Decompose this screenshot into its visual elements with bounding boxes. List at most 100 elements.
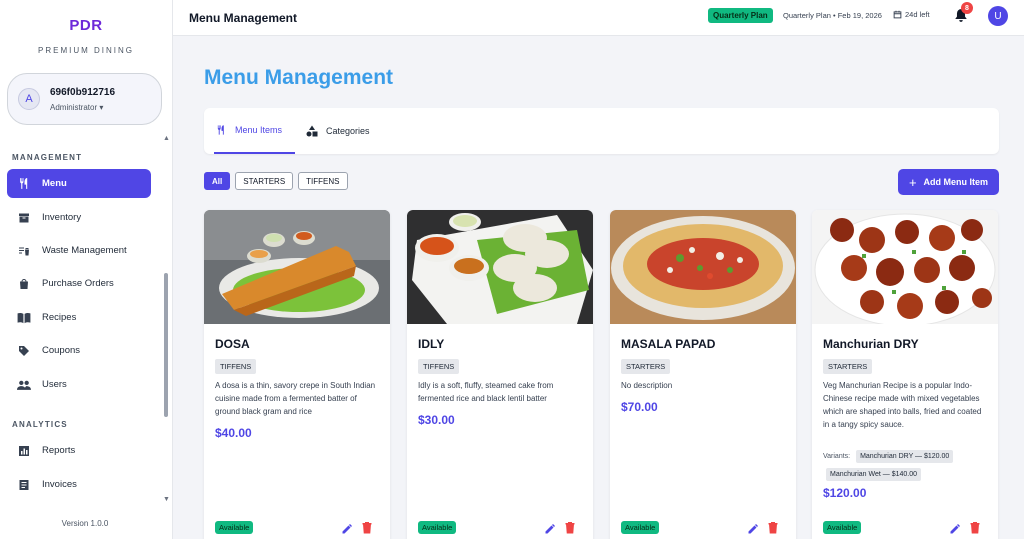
caret-down-icon: ▾ — [99, 102, 104, 112]
scroll-thumb[interactable] — [164, 273, 168, 417]
menu-item-card[interactable]: IDLY TIFFENS Idly is a soft, fluffy, ste… — [407, 210, 593, 539]
shapes-icon — [306, 125, 318, 137]
category-filters: All STARTERS TIFFENS — [204, 172, 353, 190]
plus-icon: + — [908, 174, 917, 190]
category-badge: TIFFENS — [418, 359, 460, 374]
menu-item-name: Manchurian DRY — [823, 337, 919, 351]
edit-icon[interactable] — [544, 522, 556, 534]
avatar: A — [18, 88, 40, 110]
variants-label: Variants: — [823, 453, 851, 460]
sidebar-item-waste-management[interactable]: Waste Management — [7, 236, 151, 265]
scroll-up-icon[interactable]: ▲ — [163, 135, 170, 142]
filter-all[interactable]: All — [204, 172, 231, 190]
edit-icon[interactable] — [949, 522, 961, 534]
sidebar-item-purchase-orders[interactable]: Purchase Orders — [7, 269, 151, 298]
section-label-management: MANAGEMENT — [12, 153, 83, 162]
user-id: 696f0b912716 — [50, 86, 116, 98]
brand-subtitle: PREMIUM DINING — [38, 46, 134, 55]
menu-item-card[interactable]: MASALA PAPAD STARTERS No description $70… — [610, 210, 796, 539]
delete-icon[interactable] — [969, 521, 981, 534]
utensils-icon — [216, 124, 227, 136]
variants-list: Variants: Manchurian DRY — $120.00 Manch… — [823, 448, 993, 484]
delete-icon[interactable] — [564, 521, 576, 534]
category-badge: STARTERS — [621, 359, 671, 374]
user-role[interactable]: Administrator ▾ — [50, 103, 115, 112]
brand-name: PDR — [69, 17, 103, 34]
masala-papad-image — [610, 210, 796, 324]
plan-info: Quarterly Plan • Feb 19, 2026 — [783, 11, 882, 20]
add-menu-item-button[interactable]: + Add Menu Item — [898, 169, 999, 195]
sidebar-item-label: Recipes — [42, 312, 77, 323]
user-profile-card[interactable]: A 696f0b912716 Administrator ▾ — [7, 73, 162, 125]
menu-item-description: Veg Manchurian Recipe is a popular Indo-… — [823, 381, 982, 429]
sidebar: PDR PREMIUM DINING A 696f0b912716 Admini… — [0, 0, 173, 539]
sidebar-item-label: Waste Management — [42, 245, 127, 256]
menu-item-price: $30.00 — [418, 413, 455, 427]
menu-item-card[interactable]: Manchurian DRY STARTERS Veg Manchurian R… — [812, 210, 998, 539]
sidebar-item-label: Purchase Orders — [42, 278, 114, 289]
sidebar-item-label: Coupons — [42, 345, 81, 356]
archive-icon — [17, 211, 31, 225]
tab-categories[interactable]: Categories — [306, 108, 370, 154]
book-icon — [17, 311, 31, 325]
availability-badge: Available — [215, 521, 254, 534]
sidebar-item-label: Invoices — [42, 479, 77, 490]
topbar-title: Menu Management — [189, 10, 298, 25]
page-title: Menu Management — [204, 66, 394, 89]
filter-tiffens[interactable]: TIFFENS — [298, 172, 348, 190]
brand: PDR PREMIUM DINING — [0, 0, 172, 55]
plan-badge: Quarterly Plan — [708, 8, 773, 23]
user-avatar-button[interactable]: U — [988, 6, 1008, 26]
calendar-icon — [893, 10, 902, 19]
tag-icon — [17, 344, 31, 358]
sidebar-scrollbar[interactable]: ▲ ▼ — [163, 135, 170, 503]
sidebar-item-reports[interactable]: Reports — [7, 436, 151, 465]
scroll-down-icon[interactable]: ▼ — [163, 496, 170, 503]
manchurian-image — [812, 210, 998, 324]
sidebar-item-invoices[interactable]: Invoices — [7, 470, 151, 499]
menu-item-description: A dosa is a thin, savory crepe in South … — [215, 381, 376, 416]
edit-icon[interactable] — [747, 522, 759, 534]
category-badge: TIFFENS — [215, 359, 257, 374]
sidebar-item-label: Inventory — [42, 212, 82, 223]
menu-item-price: $40.00 — [215, 426, 252, 440]
sidebar-item-coupons[interactable]: Coupons — [7, 336, 151, 365]
section-label-analytics: ANALYTICS — [12, 420, 68, 429]
trash-list-icon — [17, 244, 31, 258]
dosa-image — [204, 210, 390, 324]
menu-item-name: IDLY — [418, 337, 445, 351]
menu-item-description: No description — [621, 381, 673, 390]
sidebar-item-label: Users — [42, 379, 67, 390]
menu-item-description: Idly is a soft, fluffy, steamed cake fro… — [418, 381, 554, 403]
bar-chart-icon — [17, 444, 31, 458]
availability-badge: Available — [621, 521, 660, 534]
menu-item-price: $70.00 — [621, 400, 658, 414]
sidebar-item-recipes[interactable]: Recipes — [7, 303, 151, 332]
filter-starters[interactable]: STARTERS — [235, 172, 294, 190]
menu-item-price: $120.00 — [823, 486, 867, 500]
version-label: Version 1.0.0 — [61, 519, 109, 528]
category-badge: STARTERS — [823, 359, 873, 374]
utensils-icon — [17, 177, 31, 191]
availability-badge: Available — [418, 521, 457, 534]
menu-item-card[interactable]: DOSA TIFFENS A dosa is a thin, savory cr… — [204, 210, 390, 539]
variant-chip: Manchurian DRY — $120.00 — [856, 450, 954, 463]
notification-badge: 8 — [961, 2, 973, 14]
tab-menu-items[interactable]: Menu Items — [214, 108, 295, 154]
sidebar-item-menu[interactable]: Menu — [7, 169, 151, 198]
shopping-bag-icon — [17, 277, 31, 291]
availability-badge: Available — [823, 521, 862, 534]
edit-icon[interactable] — [341, 522, 353, 534]
menu-item-name: DOSA — [215, 337, 250, 351]
sidebar-item-label: Reports — [42, 445, 76, 456]
sidebar-item-inventory[interactable]: Inventory — [7, 203, 151, 232]
days-left: 24d left — [893, 10, 930, 19]
sidebar-item-users[interactable]: Users — [7, 370, 151, 399]
variant-chip: Manchurian Wet — $140.00 — [826, 468, 922, 481]
topbar: Menu Management Quarterly Plan Quarterly… — [173, 0, 1024, 36]
receipt-icon — [17, 478, 31, 492]
tabs-bar: Menu Items Categories — [204, 108, 999, 154]
delete-icon[interactable] — [361, 521, 373, 534]
delete-icon[interactable] — [767, 521, 779, 534]
menu-item-name: MASALA PAPAD — [621, 337, 716, 351]
